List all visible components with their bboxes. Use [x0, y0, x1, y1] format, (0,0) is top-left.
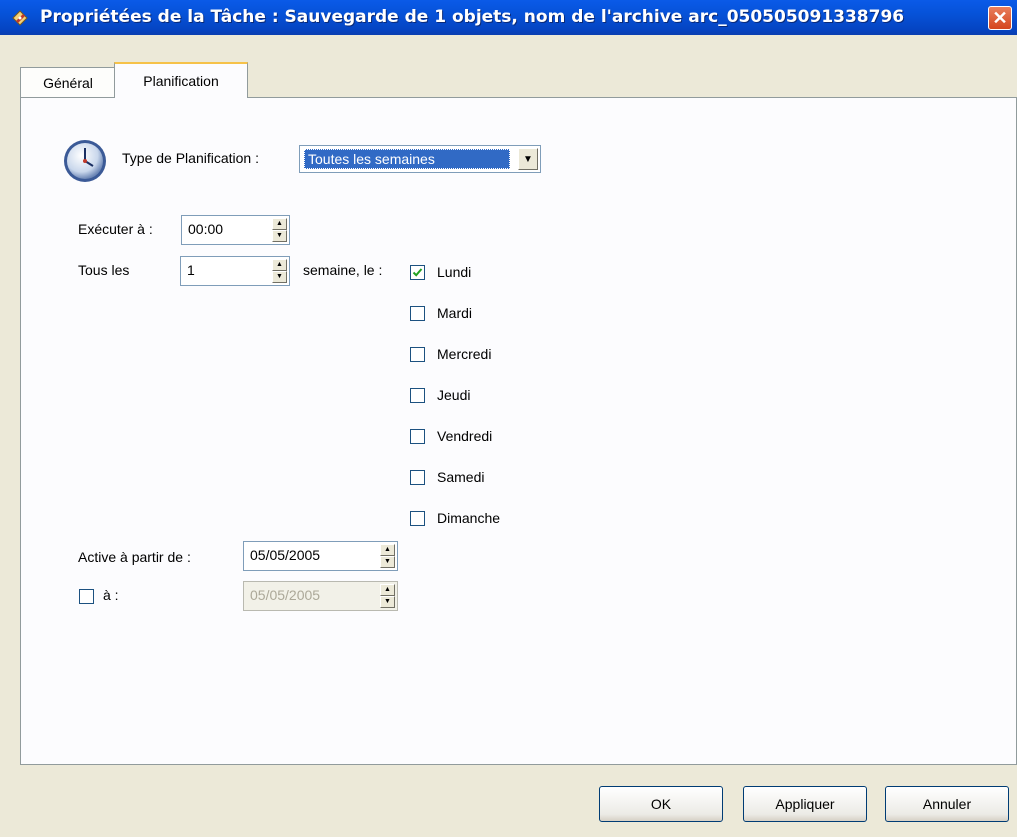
tab-label: Général	[43, 74, 93, 91]
weekday-row[interactable]: Jeudi	[410, 385, 470, 405]
run-at-time-field[interactable]: 00:00 ▲ ▼	[181, 215, 290, 245]
close-button[interactable]: ✕	[988, 6, 1012, 30]
schedule-type-label: Type de Planification :	[122, 150, 259, 166]
weekday-checkbox[interactable]	[410, 510, 425, 526]
weekday-label: Mardi	[437, 305, 473, 321]
every-weeks-field[interactable]: 1 ▲ ▼	[180, 256, 290, 286]
schedule-type-select[interactable]: Toutes les semaines ▼	[299, 145, 541, 173]
active-from-value: 05/05/2005	[250, 547, 321, 563]
run-at-value: 00:00	[188, 221, 224, 237]
weekday-checkbox[interactable]	[410, 305, 425, 321]
apply-button[interactable]: Appliquer	[743, 786, 867, 822]
ok-label: OK	[650, 796, 672, 812]
active-from-label: Active à partir de :	[78, 549, 191, 565]
tag-pencil-icon	[10, 8, 30, 28]
window-title: Propriétées de la Tâche : Sauvegarde de …	[40, 7, 905, 27]
weekday-checkbox[interactable]	[410, 346, 425, 362]
ok-button[interactable]: OK	[599, 786, 723, 822]
until-label: à :	[103, 587, 119, 603]
schedule-type-value: Toutes les semaines	[304, 149, 510, 169]
weekday-checkbox[interactable]	[410, 428, 425, 444]
weekday-checkbox[interactable]	[410, 264, 425, 280]
weekday-label: Samedi	[437, 469, 485, 485]
until-checkbox[interactable]	[79, 589, 94, 604]
tab-label: Planification	[143, 73, 219, 89]
checkmark-icon	[412, 267, 423, 277]
until-date-field: 05/05/2005 ▲ ▼	[243, 581, 398, 611]
weekday-row[interactable]: Vendredi	[410, 426, 492, 446]
weekday-checkbox[interactable]	[410, 387, 425, 403]
weekday-row[interactable]: Samedi	[410, 467, 484, 487]
weekday-label: Lundi	[437, 264, 472, 280]
spin-down-icon[interactable]: ▼	[272, 230, 287, 242]
tab-panel	[20, 97, 1017, 765]
chevron-down-icon[interactable]: ▼	[518, 148, 538, 170]
cancel-label: Annuler	[922, 796, 972, 812]
active-from-date-field[interactable]: 05/05/2005 ▲ ▼	[243, 541, 398, 571]
every-value: 1	[187, 262, 195, 278]
until-value: 05/05/2005	[250, 587, 321, 603]
clock-icon	[62, 138, 108, 184]
cancel-button[interactable]: Annuler	[885, 786, 1009, 822]
weekday-checkbox[interactable]	[410, 469, 425, 485]
weekday-label: Dimanche	[437, 510, 501, 526]
weekday-row[interactable]: Mercredi	[410, 344, 491, 364]
spin-up-icon[interactable]: ▲	[272, 259, 287, 271]
weekday-row[interactable]: Dimanche	[410, 508, 500, 528]
every-label: Tous les	[78, 262, 130, 278]
spin-up-icon[interactable]: ▲	[380, 544, 395, 556]
close-icon: ✕	[992, 8, 1008, 28]
spin-up-icon[interactable]: ▲	[272, 218, 287, 230]
tab-planification[interactable]: Planification	[114, 62, 248, 98]
weekday-label: Vendredi	[437, 428, 493, 444]
weekday-label: Jeudi	[437, 387, 471, 403]
run-at-label: Exécuter à :	[78, 221, 153, 237]
spin-down-icon[interactable]: ▼	[380, 556, 395, 568]
weekday-label: Mercredi	[437, 346, 492, 362]
spin-up-icon: ▲	[380, 584, 395, 596]
spin-down-icon[interactable]: ▼	[272, 271, 287, 283]
weekday-row[interactable]: Lundi	[410, 262, 471, 282]
week-label: semaine, le :	[303, 262, 383, 278]
weekday-row[interactable]: Mardi	[410, 303, 472, 323]
spin-down-icon: ▼	[380, 596, 395, 608]
apply-label: Appliquer	[775, 796, 835, 812]
tab-general[interactable]: Général	[20, 67, 116, 97]
